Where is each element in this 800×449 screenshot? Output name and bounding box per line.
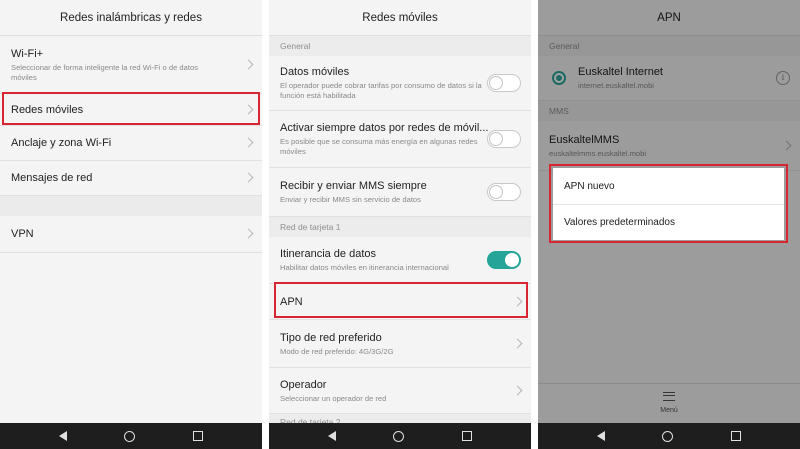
setting-title: Redes móviles (11, 103, 84, 116)
options-menu: APN nuevo Valores predeterminados (553, 168, 784, 240)
toggle-knob (505, 253, 519, 267)
menu-item-reset-defaults[interactable]: Valores predeterminados (553, 204, 784, 240)
home-icon[interactable] (124, 430, 136, 442)
setting-title: APN (280, 295, 303, 308)
setting-title: Operador (280, 378, 327, 391)
setting-subtitle: Seleccionar de forma inteligente la red … (11, 62, 198, 82)
setting-preferred-network-type[interactable]: Tipo de red preferido Modo de red prefer… (269, 320, 531, 368)
setting-mms-always[interactable]: Recibir y enviar MMS siempre Enviar y re… (269, 168, 531, 217)
home-icon[interactable] (393, 430, 405, 442)
back-icon[interactable] (58, 431, 67, 441)
back-icon[interactable] (596, 431, 605, 441)
back-icon[interactable] (327, 431, 336, 441)
setting-subtitle: Seleccionar un operador de red (280, 393, 387, 403)
setting-title: Anclaje y zona Wi-Fi (11, 137, 112, 149)
setting-mobile-data[interactable]: Datos móviles El operador puede cobrar t… (269, 56, 531, 111)
screen-wireless-networks: Redes inalámbricas y redes Wi-Fi+ Selecc… (0, 0, 262, 449)
menu-item-new-apn[interactable]: APN nuevo (553, 168, 784, 204)
page-title: Redes móviles (269, 0, 531, 36)
toggle-knob (489, 132, 503, 146)
section-header-general: General (269, 36, 531, 56)
setting-title: Mensajes de red (11, 172, 93, 184)
setting-network-messages[interactable]: Mensajes de red (0, 161, 262, 196)
setting-operator[interactable]: Operador Seleccionar un operador de red (269, 368, 531, 414)
screen-mobile-networks: Redes móviles General Datos móviles El o… (269, 0, 531, 449)
recent-apps-icon[interactable] (731, 431, 742, 441)
setting-title: Wi-Fi+ (11, 47, 44, 60)
setting-tethering-hotspot[interactable]: Anclaje y zona Wi-Fi (0, 126, 262, 161)
setting-subtitle: Enviar y recibir MMS sin servicio de dat… (280, 195, 421, 204)
section-header-sim1: Red de tarjeta 1 (269, 217, 531, 237)
always-data-toggle[interactable] (487, 130, 521, 148)
data-roaming-toggle[interactable] (487, 251, 521, 269)
setting-subtitle: Habilitar datos móviles en itinerancia i… (280, 263, 449, 272)
setting-title: VPN (11, 228, 34, 240)
navigation-bar (0, 423, 262, 449)
page-title: Redes inalámbricas y redes (0, 0, 262, 36)
recent-apps-icon[interactable] (462, 431, 473, 441)
setting-wifi-plus[interactable]: Wi-Fi+ Seleccionar de forma inteligente … (0, 36, 262, 94)
setting-always-mobile-data[interactable]: Activar siempre datos por redes de móvil… (269, 111, 531, 168)
setting-mobile-networks[interactable]: Redes móviles (0, 94, 262, 126)
mms-toggle[interactable] (487, 183, 521, 201)
section-divider (0, 196, 262, 216)
home-icon[interactable] (662, 430, 674, 442)
setting-subtitle: Modo de red preferido: 4G/3G/2G (280, 346, 394, 356)
toggle-knob (489, 76, 503, 90)
mobile-data-toggle[interactable] (487, 74, 521, 92)
screen-apn: APN General Euskaltel Internet internet.… (538, 0, 800, 449)
setting-vpn[interactable]: VPN (0, 216, 262, 253)
chevron-right-icon (243, 59, 254, 69)
setting-subtitle: Es posible que se consuma más energía en… (280, 137, 478, 156)
setting-title: Tipo de red preferido (280, 331, 382, 344)
setting-subtitle: El operador puede cobrar tarifas por con… (280, 81, 482, 100)
setting-data-roaming[interactable]: Itinerancia de datos Habilitar datos móv… (269, 237, 531, 284)
setting-apn[interactable]: APN (269, 284, 531, 320)
recent-apps-icon[interactable] (193, 431, 204, 441)
toggle-knob (489, 185, 503, 199)
navigation-bar (538, 423, 800, 449)
navigation-bar (269, 423, 531, 449)
